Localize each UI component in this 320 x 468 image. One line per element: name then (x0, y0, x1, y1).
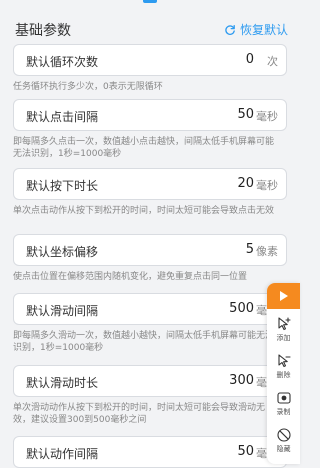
setting-label: 默认滑动间隔 (26, 304, 99, 318)
setting-label: 默认动作间隔 (26, 447, 99, 461)
setting-action-interval: 默认动作间隔 50 毫秒 (13, 436, 287, 468)
setting-value[interactable]: 300 (229, 373, 254, 388)
setting-unit: 毫秒 (256, 179, 278, 192)
setting-card[interactable]: 默认动作间隔 50 毫秒 (13, 436, 287, 468)
restore-defaults-label: 恢复默认 (239, 23, 288, 37)
setting-value[interactable]: 500 (229, 301, 254, 316)
record-button[interactable]: 录制 (267, 390, 300, 417)
hide-button[interactable]: 隐藏 (267, 427, 300, 454)
setting-unit: 毫秒 (256, 110, 278, 123)
hide-icon (276, 428, 291, 442)
setting-click-interval: 默认点击间隔 50 毫秒 即每隔多久点击一次，数值越小点击越快，间隔太低手机屏幕… (13, 99, 287, 160)
setting-press-duration: 默认按下时长 20 毫秒 单次点击动作从按下到松开的时间，时间太短可能会导致点击… (13, 168, 287, 217)
remove-point-button[interactable]: 删除 (267, 353, 300, 380)
setting-value[interactable]: 0 (246, 52, 254, 67)
setting-help: 单次点击动作从按下到松开的时间，时间太短可能会导致点击无效 (13, 206, 275, 216)
remove-point-icon (277, 354, 291, 368)
setting-help: 单次滑动动作从按下到松开的时间，时间太短可能会导致滑动无效，建议设置300到50… (13, 403, 266, 425)
setting-card[interactable]: 默认坐标偏移 5 像素 (13, 234, 287, 266)
setting-card[interactable]: 默认循环次数 0 次 (13, 44, 287, 76)
tool-label: 隐藏 (276, 445, 291, 453)
floating-toolbar: 添加 删除 录制 隐藏 (267, 283, 300, 464)
tool-label: 录制 (276, 408, 291, 416)
top-indicator (143, 0, 157, 3)
setting-coordinate-offset: 默认坐标偏移 5 像素 使点击位置在偏移范围内随机变化，避免重复点击同一位置 (13, 234, 287, 283)
setting-unit: 像素 (256, 245, 278, 258)
setting-label: 默认滑动时长 (26, 376, 99, 390)
section-header: 基础参数 恢复默认 (0, 12, 300, 44)
tool-label: 添加 (276, 334, 291, 342)
add-point-icon (277, 317, 291, 331)
setting-swipe-interval: 默认滑动间隔 500 毫秒 即每隔多久滑动一次，数值越小越快，间隔太低手机屏幕可… (13, 293, 287, 354)
setting-help: 即每隔多久滑动一次，数值越小越快，间隔太低手机屏幕可能无法识别，1秒=1000毫… (13, 331, 275, 353)
setting-card[interactable]: 默认滑动时长 300 毫秒 (13, 365, 287, 397)
setting-value[interactable]: 5 (246, 242, 254, 257)
add-point-button[interactable]: 添加 (267, 316, 300, 343)
setting-help: 使点击位置在偏移范围内随机变化，避免重复点击同一位置 (13, 272, 248, 282)
setting-label: 默认按下时长 (26, 179, 99, 193)
setting-label: 默认循环次数 (26, 55, 99, 69)
setting-unit: 次 (267, 55, 278, 68)
setting-help: 即每隔多久点击一次，数值越小点击越快，间隔太低手机屏幕可能无法识别，1秒=100… (13, 137, 275, 159)
setting-loop-count: 默认循环次数 0 次 任务循环执行多少次，0表示无限循环 (13, 44, 287, 93)
setting-swipe-duration: 默认滑动时长 300 毫秒 单次滑动动作从按下到松开的时间，时间太短可能会导致滑… (13, 365, 287, 426)
setting-value[interactable]: 50 (237, 444, 254, 459)
refresh-icon (225, 24, 235, 35)
setting-help: 任务循环执行多少次，0表示无限循环 (13, 82, 163, 92)
restore-defaults-button[interactable]: 恢复默认 (224, 21, 288, 38)
setting-label: 默认坐标偏移 (26, 245, 99, 259)
setting-card[interactable]: 默认按下时长 20 毫秒 (13, 168, 287, 200)
setting-value[interactable]: 20 (237, 176, 254, 191)
play-icon (279, 291, 288, 301)
setting-label: 默认点击间隔 (26, 110, 99, 124)
record-icon (276, 392, 291, 404)
setting-card[interactable]: 默认滑动间隔 500 毫秒 (13, 293, 287, 325)
section-title: 基础参数 (15, 23, 71, 39)
tool-label: 删除 (276, 371, 291, 379)
setting-card[interactable]: 默认点击间隔 50 毫秒 (13, 99, 287, 131)
play-button[interactable] (267, 283, 300, 309)
setting-value[interactable]: 50 (237, 107, 254, 122)
